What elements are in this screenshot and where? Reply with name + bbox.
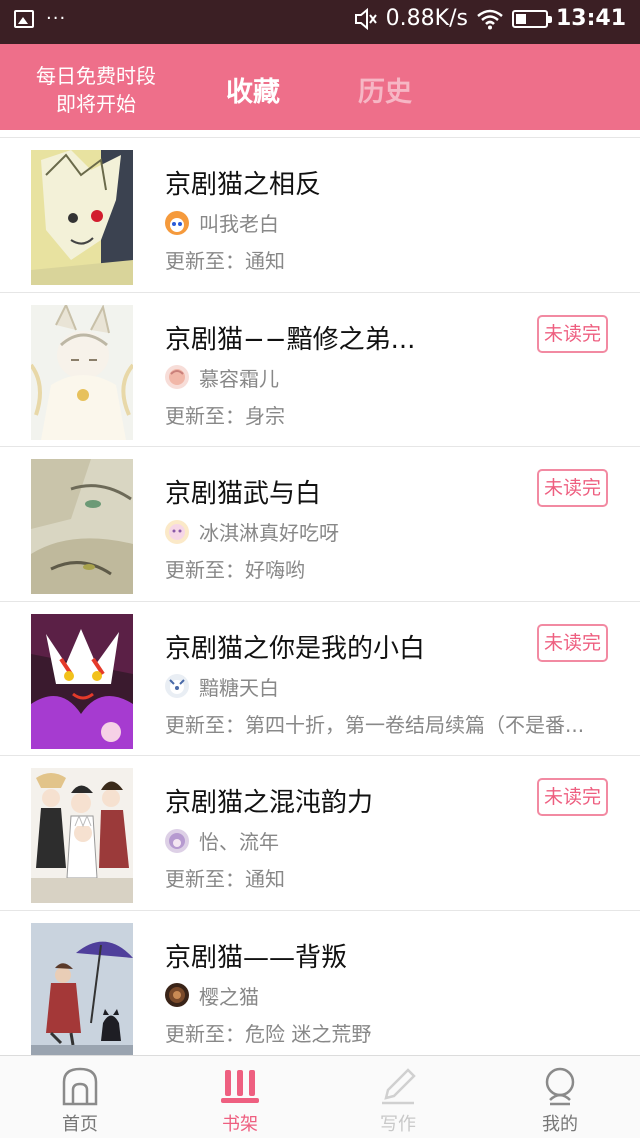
book-title: 京剧猫之你是我的小白 <box>165 633 426 664</box>
book-title: 京剧猫−−黯修之弟... <box>165 324 416 355</box>
unread-badge: 未读完 <box>537 623 608 662</box>
image-notification-icon <box>14 10 34 28</box>
author-name: 慕容霜儿 <box>199 366 279 391</box>
pencil-icon <box>382 1068 416 1105</box>
free-notice-line2: 即将开始 <box>56 92 136 116</box>
book-title: 京剧猫之相反 <box>165 170 322 200</box>
nav-mine-label: 我的 <box>542 1114 578 1135</box>
bookshelf-icon <box>221 1070 259 1103</box>
nav-write[interactable]: 写作 <box>348 1056 448 1138</box>
list-item[interactable]: 京剧猫−−黯修之弟... 慕容霜儿 更新至：身宗 未读完 <box>0 293 640 447</box>
list-item[interactable]: 京剧猫之你是我的小白 黯糖天白 更新至：第四十折，第一卷结局续篇（不是番... … <box>0 602 640 756</box>
nav-home[interactable]: 首页 <box>30 1056 130 1138</box>
nav-bookshelf-label: 书架 <box>222 1114 258 1135</box>
update-status: 更新至：通知 <box>165 249 285 273</box>
book-cover <box>31 304 133 440</box>
book-cover <box>31 768 133 903</box>
author-avatar <box>165 828 189 853</box>
update-status: 更新至：第四十折，第一卷结局续篇（不是番... <box>165 712 585 737</box>
author-name: 叫我老白 <box>199 212 279 236</box>
nav-bookshelf[interactable]: 书架 <box>190 1056 290 1138</box>
mute-icon <box>354 7 377 30</box>
unread-badge: 未读完 <box>537 778 608 816</box>
clock: 13:41 <box>555 6 626 31</box>
nav-write-label: 写作 <box>380 1114 416 1135</box>
nav-mine[interactable]: 我的 <box>510 1056 610 1138</box>
free-period-notice[interactable]: 每日免费时段 即将开始 <box>26 62 166 118</box>
list-top-divider <box>0 130 640 138</box>
wifi-icon <box>477 9 503 29</box>
update-status: 更新至：好嗨哟 <box>165 558 305 582</box>
book-title: 京剧猫——背叛 <box>165 942 348 973</box>
more-notifications-indicator: ··· <box>46 8 67 29</box>
profile-icon <box>545 1067 575 1106</box>
status-bar: ··· 0.88K/s 13:41 <box>0 0 640 44</box>
author-avatar <box>165 674 189 698</box>
app-header: 每日免费时段 即将开始 收藏 历史 <box>0 44 640 130</box>
author-name: 怡、流年 <box>199 830 279 854</box>
update-status: 更新至：通知 <box>165 867 285 891</box>
network-speed: 0.88K/s <box>385 6 468 31</box>
author-name: 黯糖天白 <box>199 675 279 700</box>
book-cover <box>31 150 133 285</box>
unread-badge: 未读完 <box>537 469 608 507</box>
unread-badge: 未读完 <box>537 314 608 353</box>
author-avatar <box>165 983 189 1007</box>
bookshelf-list: 京剧猫之相反 叫我老白 更新至：通知 京剧猫−−黯修之弟... 慕容霜儿 更新至… <box>0 138 640 1065</box>
book-cover <box>31 922 133 1058</box>
list-item[interactable]: 京剧猫之混沌韵力 怡、流年 更新至：通知 未读完 <box>0 756 640 911</box>
list-item[interactable]: 京剧猫——背叛 樱之猫 更新至：危险 迷之荒野 <box>0 911 640 1065</box>
book-title: 京剧猫之混沌韵力 <box>165 788 374 818</box>
book-cover <box>31 459 133 594</box>
free-notice-line1: 每日免费时段 <box>36 64 156 88</box>
bottom-navigation: 首页 书架 写作 我的 <box>0 1055 640 1138</box>
nav-home-label: 首页 <box>62 1114 98 1135</box>
author-avatar <box>165 210 189 235</box>
book-cover <box>31 613 133 749</box>
update-status: 更新至：身宗 <box>165 403 285 428</box>
battery-icon <box>511 9 552 28</box>
book-title: 京剧猫武与白 <box>165 479 322 509</box>
tab-history[interactable]: 历史 <box>358 70 412 109</box>
author-avatar <box>165 519 189 544</box>
tab-favorites[interactable]: 收藏 <box>226 70 280 109</box>
author-name: 樱之猫 <box>199 984 259 1009</box>
home-icon <box>62 1067 98 1106</box>
list-item[interactable]: 京剧猫武与白 冰淇淋真好吃呀 更新至：好嗨哟 未读完 <box>0 447 640 602</box>
list-item[interactable]: 京剧猫之相反 叫我老白 更新至：通知 <box>0 138 640 293</box>
author-avatar <box>165 365 189 389</box>
update-status: 更新至：危险 迷之荒野 <box>165 1021 372 1046</box>
author-name: 冰淇淋真好吃呀 <box>199 521 339 545</box>
